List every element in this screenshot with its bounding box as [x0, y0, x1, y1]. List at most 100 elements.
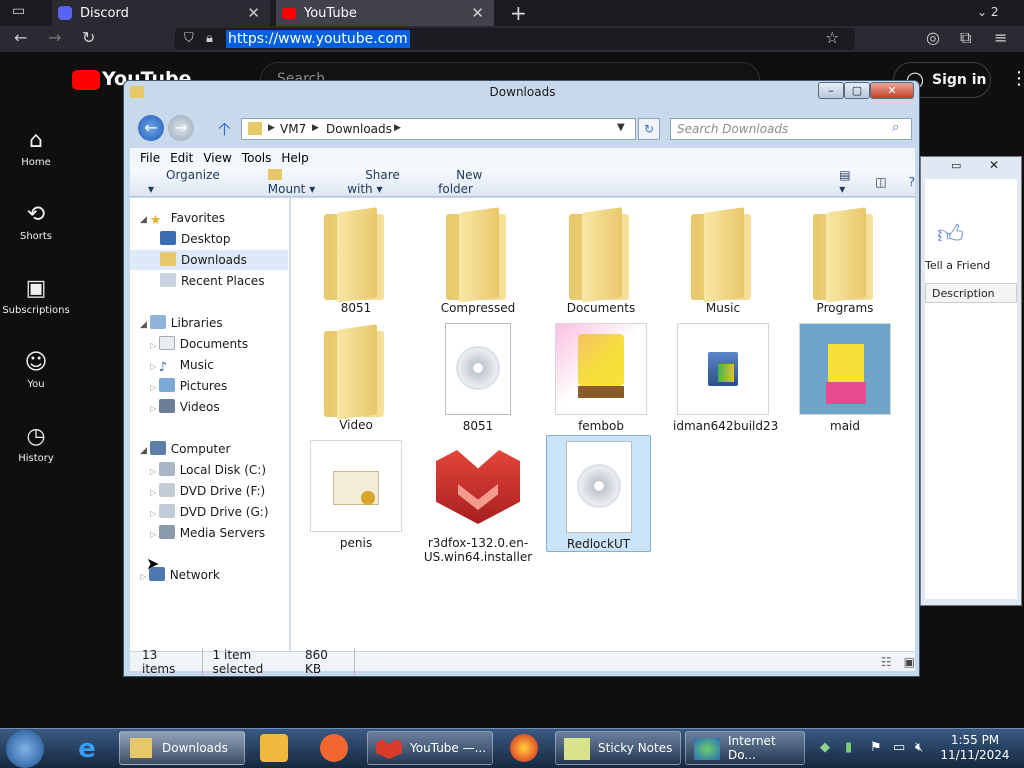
- sidebar-item-shorts[interactable]: ⟲ Shorts: [0, 202, 72, 242]
- list-item[interactable]: r3dfox-132.0.en-US.win64.installer: [424, 440, 532, 564]
- nav-network[interactable]: ▷ Network: [140, 565, 300, 585]
- forward-arrow-icon[interactable]: →: [168, 115, 194, 141]
- list-item[interactable]: fembob: [551, 323, 651, 433]
- maximize-button[interactable]: ▢: [844, 82, 870, 99]
- shield-icon[interactable]: ⛉: [184, 31, 194, 46]
- help-icon[interactable]: ?: [909, 175, 915, 189]
- idm-tray-icon[interactable]: ◆: [820, 740, 830, 755]
- search-downloads-input[interactable]: Search Downloads: [670, 118, 912, 140]
- close-button[interactable]: ✕: [989, 158, 999, 172]
- menu-view[interactable]: View: [203, 151, 231, 165]
- uc-browser-icon[interactable]: [320, 734, 348, 762]
- dropdown-arrow-icon[interactable]: ▼: [617, 122, 625, 133]
- start-button-icon[interactable]: [6, 730, 44, 768]
- list-tabs-button[interactable]: ⌄ 2: [977, 5, 999, 19]
- taskbar-downloads[interactable]: Downloads: [119, 731, 245, 765]
- breadcrumb-downloads[interactable]: Downloads: [326, 122, 392, 136]
- list-item[interactable]: Documents: [551, 206, 651, 315]
- nav-favorites[interactable]: ◢ ★ Favorites: [140, 208, 300, 228]
- tab-youtube[interactable]: YouTube ✕: [276, 0, 494, 26]
- chevron-right-icon[interactable]: ▶: [268, 123, 275, 133]
- new-folder-button[interactable]: New folder: [438, 168, 493, 196]
- new-tab-button[interactable]: +: [510, 1, 527, 25]
- sidebar-item-subscriptions[interactable]: ▣ Subscriptions: [0, 276, 72, 316]
- expand-arrow-icon[interactable]: ▷: [150, 383, 159, 392]
- menu-file[interactable]: File: [140, 151, 160, 165]
- expand-arrow-icon[interactable]: ▷: [150, 404, 159, 413]
- close-button[interactable]: ✕: [870, 82, 914, 99]
- system-clock[interactable]: 1:55 PM 11/11/2024: [930, 733, 1020, 763]
- refresh-icon[interactable]: ↻: [638, 118, 660, 140]
- nav-dvd-g[interactable]: ▷ DVD Drive (G:): [150, 502, 310, 522]
- chevron-right-icon[interactable]: ▶: [394, 123, 401, 133]
- list-item[interactable]: Video: [306, 323, 406, 432]
- address-breadcrumb[interactable]: ▶ VM7 ▶ Downloads ▶ ▼: [241, 118, 636, 140]
- battery-tray-icon[interactable]: ▮: [845, 740, 852, 755]
- account-icon[interactable]: ◎: [926, 28, 940, 47]
- tell-a-friend-label[interactable]: Tell a Friend: [925, 259, 990, 272]
- list-item[interactable]: 8051: [306, 206, 406, 315]
- tab-overview-icon[interactable]: ▭: [12, 3, 25, 19]
- thumbs-up-icon[interactable]: 👍︎: [937, 219, 964, 250]
- more-options-icon[interactable]: ⋮: [1010, 68, 1024, 89]
- volume-muted-icon[interactable]: 🔇︎: [915, 740, 923, 755]
- tab-discord[interactable]: Discord ✕: [52, 0, 270, 26]
- bookmark-star-icon[interactable]: ☆: [825, 28, 839, 47]
- list-item[interactable]: maid: [795, 323, 895, 433]
- nav-downloads[interactable]: Downloads: [130, 250, 288, 270]
- list-item[interactable]: Music: [673, 206, 773, 315]
- expand-arrow-icon[interactable]: ▷: [150, 488, 159, 497]
- list-item-selected[interactable]: RedlockUT: [546, 435, 651, 552]
- large-icons-view-icon[interactable]: ▣: [904, 655, 915, 669]
- lock-icon[interactable]: 🔒︎: [206, 31, 213, 46]
- back-arrow-icon[interactable]: ←: [138, 115, 164, 141]
- reload-button[interactable]: ↻: [82, 28, 95, 47]
- background-window[interactable]: ▭ ✕ 👍︎ Tell a Friend Description: [920, 156, 1022, 606]
- taskbar-sticky-notes[interactable]: Sticky Notes: [555, 731, 681, 765]
- preview-pane-icon[interactable]: ◫: [875, 175, 886, 189]
- close-tab-icon[interactable]: ✕: [471, 4, 484, 22]
- list-item[interactable]: 8051: [428, 323, 528, 433]
- chevron-right-icon[interactable]: ▶: [312, 123, 319, 133]
- expand-arrow-icon[interactable]: ◢: [140, 320, 150, 330]
- menu-edit[interactable]: Edit: [170, 151, 193, 165]
- back-button[interactable]: ←: [14, 28, 27, 47]
- list-item[interactable]: Compressed: [428, 206, 528, 315]
- view-options-icon[interactable]: ▤ ▾: [839, 168, 853, 196]
- expand-arrow-icon[interactable]: ▷: [150, 509, 159, 518]
- nav-local-disk[interactable]: ▷ Local Disk (C:): [150, 460, 310, 480]
- sidebar-item-history[interactable]: ◷ History: [0, 424, 72, 464]
- menu-icon[interactable]: ≡: [994, 28, 1007, 47]
- action-center-flag-icon[interactable]: ⚑: [870, 740, 882, 755]
- internet-explorer-icon[interactable]: e: [73, 734, 101, 764]
- nav-libraries[interactable]: ◢ Libraries: [140, 313, 300, 333]
- organize-button[interactable]: Organize ▾: [148, 168, 220, 196]
- description-column-header[interactable]: Description: [925, 283, 1017, 303]
- search-icon[interactable]: ⌕: [892, 120, 899, 135]
- maximize-button[interactable]: ▭: [951, 159, 961, 172]
- explorer-window[interactable]: Downloads – ▢ ✕ ← → 🡡 ▶ VM7 ▶ Downloads …: [123, 80, 920, 677]
- nav-videos[interactable]: ▷ Videos: [150, 397, 310, 417]
- share-with-button[interactable]: Share with ▾: [347, 168, 408, 196]
- menu-help[interactable]: Help: [281, 151, 308, 165]
- list-item[interactable]: penis: [306, 440, 406, 550]
- url-text[interactable]: https://www.youtube.com: [226, 30, 410, 48]
- sidebar-item-you[interactable]: ☺ You: [0, 350, 72, 390]
- nav-pictures[interactable]: ▷ Pictures: [150, 376, 310, 396]
- nav-computer[interactable]: ◢ Computer: [140, 439, 300, 459]
- expand-arrow-icon[interactable]: ▷: [150, 467, 159, 476]
- expand-arrow-icon[interactable]: ▷: [150, 341, 159, 350]
- nav-dvd-f[interactable]: ▷ DVD Drive (F:): [150, 481, 310, 501]
- network-tray-icon[interactable]: ▭: [893, 740, 905, 755]
- nav-music[interactable]: ▷ ♪ Music: [150, 355, 310, 375]
- nav-documents[interactable]: ▷ Documents: [150, 334, 310, 354]
- breadcrumb-vm7[interactable]: VM7: [280, 122, 306, 136]
- nav-media-servers[interactable]: ▷ Media Servers: [150, 523, 310, 543]
- sidebar-item-home[interactable]: ⌂ Home: [0, 128, 72, 168]
- taskbar-youtube[interactable]: YouTube —...: [367, 731, 493, 765]
- list-item[interactable]: idman642build23: [673, 323, 778, 433]
- expand-arrow-icon[interactable]: ◢: [140, 446, 150, 456]
- details-view-icon[interactable]: ☷: [881, 655, 892, 669]
- expand-arrow-icon[interactable]: ▷: [150, 530, 159, 539]
- up-arrow-icon[interactable]: 🡡: [218, 117, 231, 147]
